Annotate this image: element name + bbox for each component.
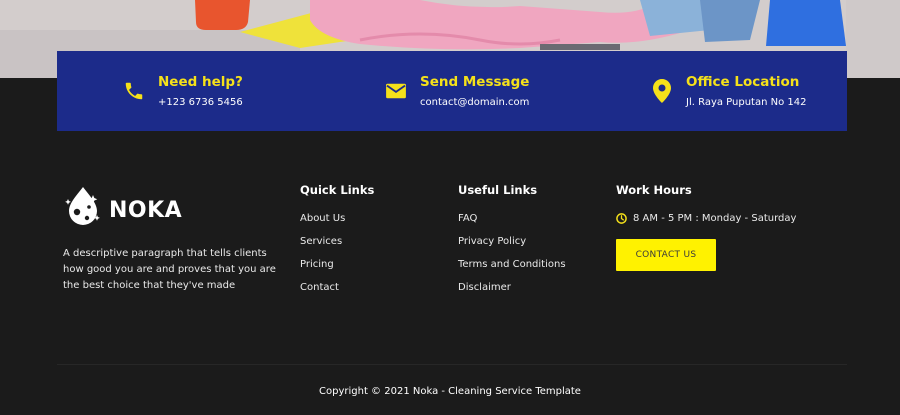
contact-message: Send Message contact@domain.com xyxy=(383,51,529,131)
useful-link-disclaimer[interactable]: Disclaimer xyxy=(458,281,566,294)
water-drop-logo-icon xyxy=(63,185,103,229)
useful-links-list: FAQ Privacy Policy Terms and Conditions … xyxy=(458,212,566,294)
contact-phone-number[interactable]: +123 6736 5456 xyxy=(158,96,243,109)
useful-link-privacy-policy[interactable]: Privacy Policy xyxy=(458,235,566,248)
work-hours-section: Work Hours 8 AM - 5 PM : Monday - Saturd… xyxy=(616,183,796,271)
contact-info-bar: Need help? +123 6736 5456 Send Message c… xyxy=(57,51,847,131)
envelope-icon xyxy=(383,78,409,104)
phone-icon xyxy=(121,78,147,104)
contact-location-title: Office Location xyxy=(686,73,800,90)
site-footer: NOKA A descriptive paragraph that tells … xyxy=(0,131,900,415)
quick-links-title: Quick Links xyxy=(300,183,375,197)
contact-us-button[interactable]: CONTACT US xyxy=(616,239,716,271)
brand-description: A descriptive paragraph that tells clien… xyxy=(63,248,276,291)
quick-link-pricing[interactable]: Pricing xyxy=(300,258,374,271)
contact-help: Need help? +123 6736 5456 xyxy=(121,51,243,131)
work-hours-row: 8 AM - 5 PM : Monday - Saturday xyxy=(616,212,796,225)
contact-location: Office Location Jl. Raya Puputan No 142 xyxy=(649,51,806,131)
contact-help-title: Need help? xyxy=(158,73,243,90)
copyright-text: Copyright © 2021 Noka - Cleaning Service… xyxy=(319,386,581,397)
useful-link-faq[interactable]: FAQ xyxy=(458,212,566,225)
clock-icon xyxy=(616,213,627,224)
useful-links-section: Useful Links FAQ Privacy Policy Terms an… xyxy=(458,183,566,304)
map-pin-icon xyxy=(649,78,675,104)
contact-email[interactable]: contact@domain.com xyxy=(420,96,529,109)
work-hours-title: Work Hours xyxy=(616,183,692,197)
quick-link-about-us[interactable]: About Us xyxy=(300,212,374,225)
useful-link-terms[interactable]: Terms and Conditions xyxy=(458,258,566,271)
quick-link-contact[interactable]: Contact xyxy=(300,281,374,294)
contact-message-title: Send Message xyxy=(420,73,530,90)
work-hours-text: 8 AM - 5 PM : Monday - Saturday xyxy=(633,213,797,224)
quick-link-services[interactable]: Services xyxy=(300,235,374,248)
brand-logo[interactable]: NOKA xyxy=(63,185,182,229)
footer-divider xyxy=(57,364,847,365)
quick-links-list: About Us Services Pricing Contact xyxy=(300,212,374,294)
contact-address: Jl. Raya Puputan No 142 xyxy=(686,96,807,108)
useful-links-title: Useful Links xyxy=(458,183,538,197)
quick-links-section: Quick Links About Us Services Pricing Co… xyxy=(300,183,374,304)
brand-name: NOKA xyxy=(109,197,183,223)
